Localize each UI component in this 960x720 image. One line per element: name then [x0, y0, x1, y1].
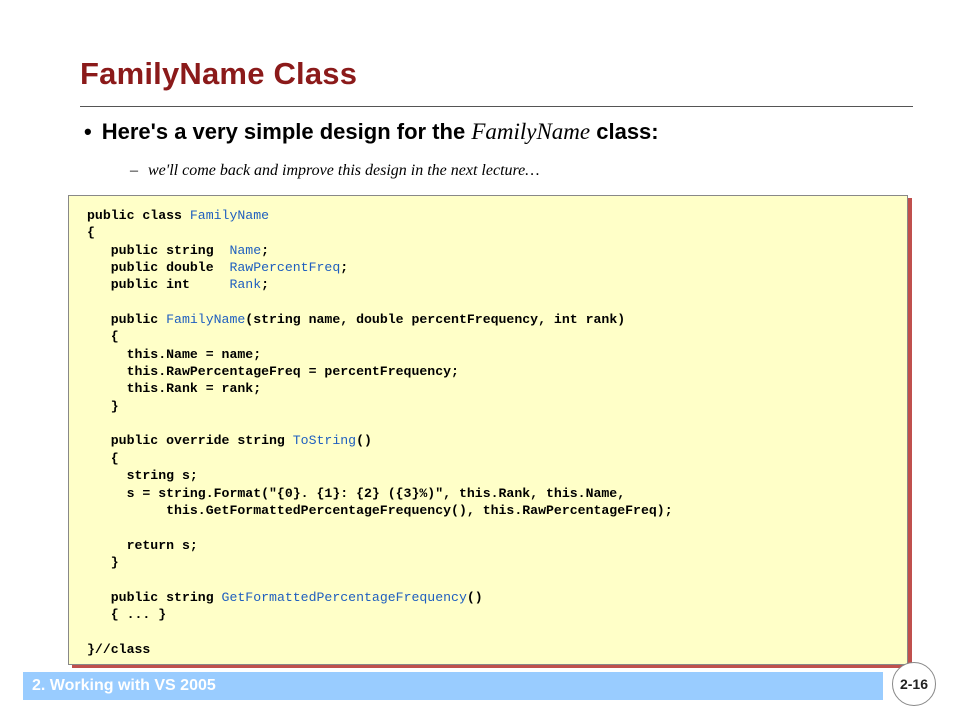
code-text: }//class	[87, 641, 151, 657]
code-text: public string	[87, 242, 230, 258]
code-line: }	[87, 555, 119, 570]
code-text: {	[87, 329, 119, 345]
code-text: public int	[87, 277, 230, 293]
code-text: this.GetFormattedPercentageFrequency(), …	[87, 502, 673, 518]
code-text: }	[87, 398, 119, 414]
code-line: s = string.Format("{0}. {1}: {2} ({3}%)"…	[87, 485, 626, 501]
code-line: {	[87, 225, 95, 240]
code-text: this.RawPercentageFreq = percentFrequenc…	[87, 364, 459, 380]
code-text: ;	[261, 277, 270, 293]
code-line: this.Name = name;	[87, 346, 262, 362]
code-line: }//class	[87, 642, 150, 657]
title-divider	[80, 106, 913, 107]
code-identifier: FamilyName	[189, 208, 270, 223]
sub-bullet-marker: –	[130, 162, 138, 179]
code-text: public double	[87, 260, 230, 276]
sub-bullet-text: we'll come back and improve this design …	[148, 162, 540, 179]
code-line: {	[87, 451, 119, 466]
code-identifier: ToString	[292, 433, 357, 449]
code-text: public string	[87, 589, 222, 605]
code-line: this.RawPercentageFreq = percentFrequenc…	[87, 364, 459, 379]
code-text: public override string	[87, 433, 293, 449]
code-text: {	[87, 225, 95, 241]
code-text: {	[87, 450, 119, 466]
code-text: (string name, double percentFrequency, i…	[245, 312, 626, 328]
code-listing: public class FamilyName { public string …	[87, 207, 673, 658]
code-line: }	[87, 399, 119, 414]
code-line: this.GetFormattedPercentageFrequency(), …	[87, 503, 673, 518]
code-identifier: Name	[229, 242, 262, 258]
code-box: public class FamilyName { public string …	[68, 195, 908, 665]
main-bullet: • Here's a very simple design for the Fam…	[84, 119, 659, 145]
code-text: string s;	[87, 468, 198, 484]
code-line: public override string ToString()	[87, 433, 372, 448]
code-line: string s;	[87, 468, 198, 483]
code-line: this.Rank = rank;	[87, 381, 262, 397]
code-text: ;	[261, 242, 270, 258]
code-text: this.Rank = rank;	[87, 381, 262, 397]
code-text: return s;	[87, 537, 198, 553]
code-line: public class FamilyName	[87, 208, 269, 223]
code-line: public int Rank;	[87, 277, 269, 292]
slide-title: FamilyName Class	[80, 56, 358, 91]
code-text: ;	[340, 260, 349, 276]
footer-section-title: 2. Working with VS 2005	[32, 677, 216, 694]
code-line: public double RawPercentFreq;	[87, 260, 348, 275]
code-identifier: RawPercentFreq	[229, 260, 341, 276]
code-line: {	[87, 329, 119, 344]
code-text: public class	[87, 208, 190, 223]
page-number: 2-16	[899, 676, 929, 692]
code-line: public FamilyName(string name, double pe…	[87, 312, 625, 327]
bullet-marker: •	[84, 119, 92, 144]
code-line: { ... }	[87, 607, 166, 622]
code-identifier: FamilyName	[166, 312, 246, 328]
code-line: public string Name;	[87, 243, 269, 258]
sub-bullet: – we'll come back and improve this design…	[130, 162, 539, 180]
code-line: return s;	[87, 538, 198, 553]
code-text: ()	[356, 433, 372, 449]
code-text: { ... }	[87, 606, 167, 622]
code-line: public string GetFormattedPercentageFreq…	[87, 590, 483, 605]
bullet-text-before: Here's a very simple design for the	[101, 119, 472, 144]
bullet-text-after: class:	[590, 119, 659, 144]
code-text: }	[87, 554, 119, 570]
code-text: public	[87, 312, 167, 328]
code-text: ()	[466, 589, 483, 605]
code-text: s = string.Format("{0}. {1}: {2} ({3}%)"…	[87, 485, 626, 501]
code-text: this.Name = name;	[87, 346, 262, 362]
bullet-class-name: FamilyName	[471, 119, 591, 144]
code-identifier: Rank	[229, 277, 262, 293]
code-identifier: GetFormattedPercentageFrequency	[221, 589, 467, 605]
